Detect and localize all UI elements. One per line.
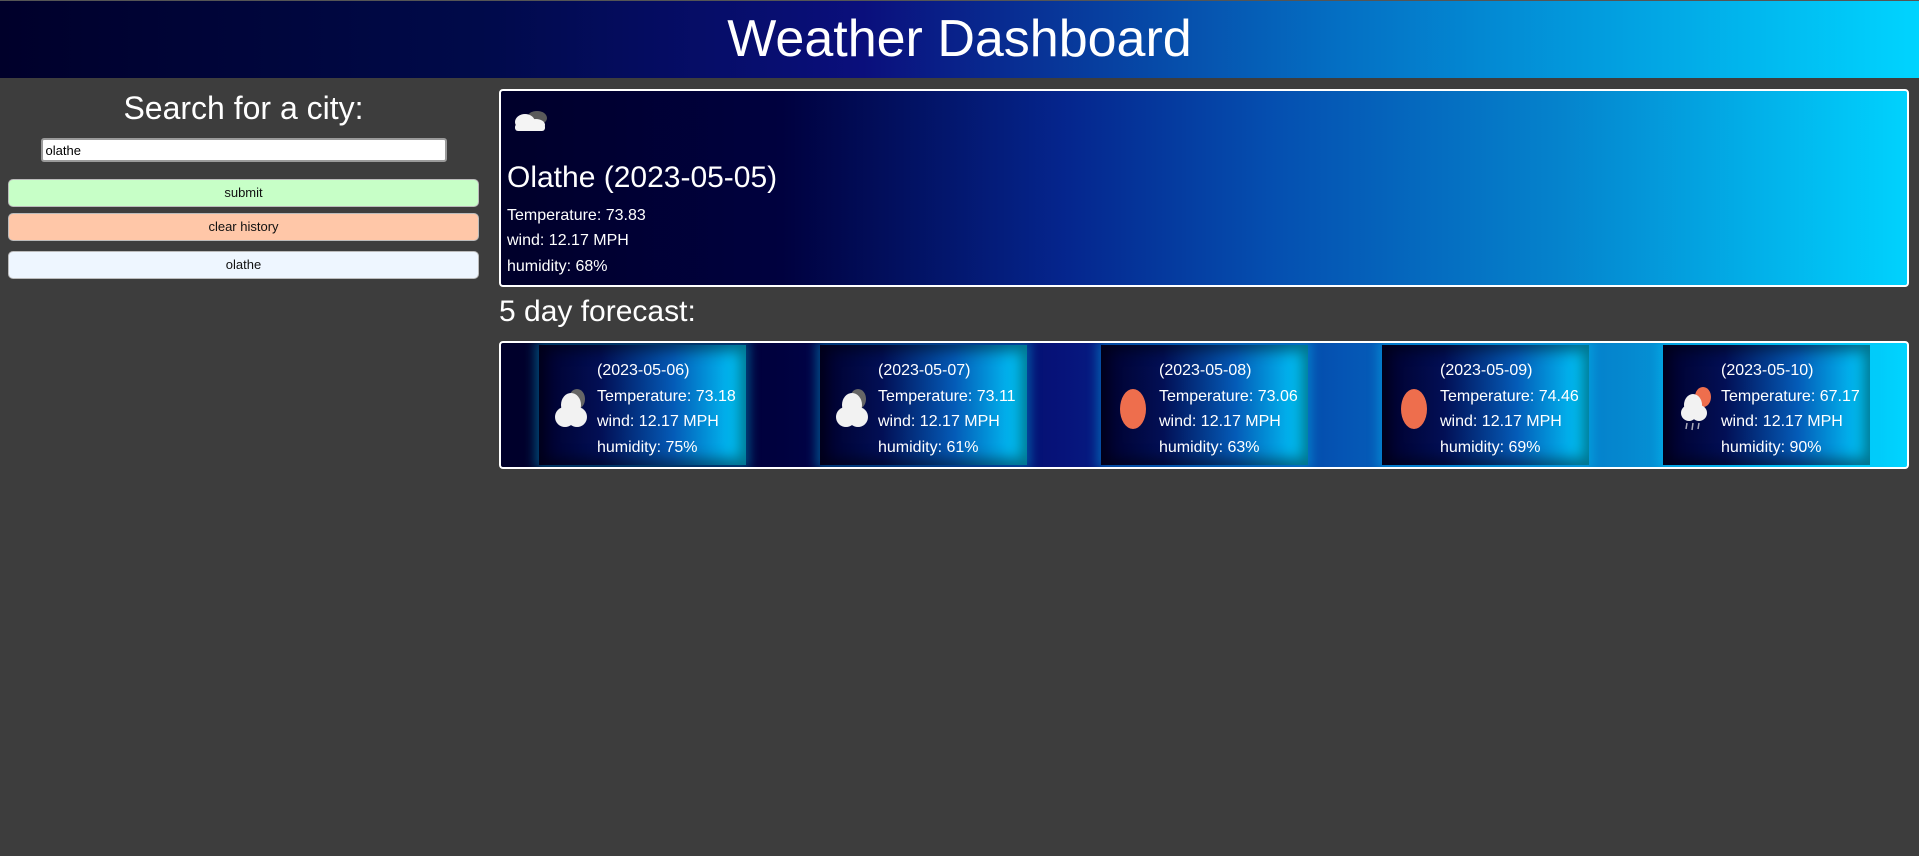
current-city-date: Olathe (2023-05-05) — [507, 161, 778, 194]
forecast-temperature: Temperature: 73.06 — [1159, 387, 1298, 405]
forecast-container: (2023-05-06) Temperature: 73.18 wind: 12… — [499, 341, 1909, 469]
forecast-wind: wind: 12.17 MPH — [1440, 413, 1562, 430]
submit-button[interactable]: submit — [8, 179, 479, 207]
forecast-humidity: humidity: 63% — [1159, 438, 1260, 456]
forecast-temperature: Temperature: 73.11 — [878, 387, 1016, 405]
forecast-date: (2023-05-10) — [1721, 362, 1814, 379]
forecast-temperature: Temperature: 67.17 — [1721, 387, 1860, 405]
forecast-wind: wind: 12.17 MPH — [1721, 413, 1843, 430]
current-weather-card: Olathe (2023-05-05) Temperature: 73.83 w… — [499, 89, 1909, 287]
current-humidity: humidity: 68% — [507, 258, 608, 275]
forecast-wind: wind: 12.17 MPH — [1159, 413, 1281, 430]
forecast-title: 5 day forecast: — [499, 295, 696, 328]
forecast-temperature: Temperature: 74.46 — [1440, 387, 1579, 405]
clear-history-button[interactable]: clear history — [8, 213, 479, 241]
search-title: Search for a city: — [123, 90, 364, 126]
sun-icon — [1115, 383, 1151, 431]
current-wind: wind: 12.17 MPH — [507, 232, 629, 249]
header-banner: Weather Dashboard — [0, 0, 1919, 78]
sidebar: Search for a city: submit clear history … — [8, 80, 479, 279]
forecast-date: (2023-05-08) — [1159, 362, 1252, 379]
forecast-date: (2023-05-07) — [878, 362, 971, 379]
forecast-humidity: humidity: 75% — [597, 438, 698, 456]
cloud-icon — [553, 383, 589, 431]
forecast-card: (2023-05-10) Temperature: 67.17 wind: 12… — [1663, 345, 1870, 465]
forecast-humidity: humidity: 61% — [878, 438, 979, 456]
forecast-date: (2023-05-09) — [1440, 362, 1533, 379]
cloud-icon — [834, 383, 870, 431]
forecast-card: (2023-05-08) Temperature: 73.06 wind: 12… — [1101, 345, 1308, 465]
forecast-temperature: Temperature: 73.18 — [597, 387, 736, 405]
search-input[interactable] — [40, 138, 447, 162]
forecast-card: (2023-05-07) Temperature: 73.11 wind: 12… — [820, 345, 1027, 465]
forecast-date: (2023-05-06) — [597, 362, 690, 379]
forecast-wind: wind: 12.17 MPH — [878, 413, 1000, 430]
current-temperature: Temperature: 73.83 — [507, 207, 646, 224]
sun-icon — [1396, 383, 1432, 431]
forecast-wind: wind: 12.17 MPH — [597, 413, 719, 430]
forecast-humidity: humidity: 69% — [1440, 438, 1541, 456]
sun-rain-cloud-icon — [1677, 383, 1713, 431]
forecast-humidity: humidity: 90% — [1721, 438, 1822, 456]
cloud-night-icon — [509, 105, 553, 135]
page-title: Weather Dashboard — [727, 10, 1192, 68]
forecast-card: (2023-05-06) Temperature: 73.18 wind: 12… — [539, 345, 746, 465]
forecast-card: (2023-05-09) Temperature: 74.46 wind: 12… — [1382, 345, 1589, 465]
history-item-button[interactable]: olathe — [8, 251, 479, 279]
